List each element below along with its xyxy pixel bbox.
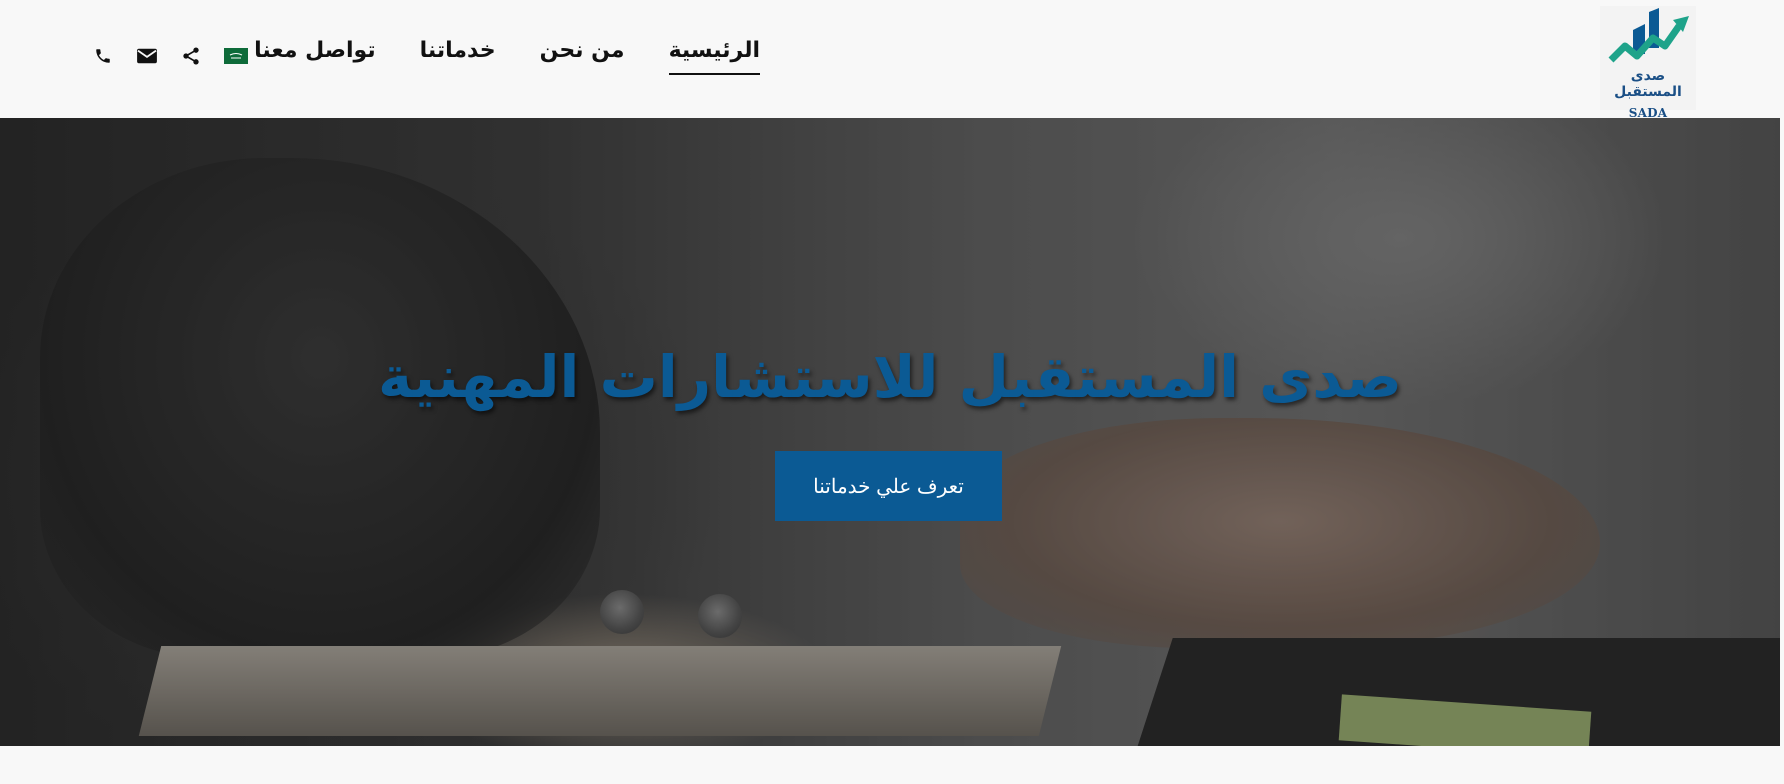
nav-item-about[interactable]: من نحن [540,38,625,73]
main-nav: الرئيسية من نحن خدماتنا تواصل معنا [254,38,760,78]
page: صدى المستقبل SADA FUTURE الرئيسية من نحن… [0,0,1784,784]
share-icon[interactable] [180,45,202,67]
logo-chart-icon [1608,8,1689,63]
nav-item-contact[interactable]: تواصل معنا [254,38,375,73]
next-section-strip [0,746,1784,784]
hero-section: صدى المستقبل للاستشارات المهنية تعرف علي… [0,118,1780,746]
phone-icon[interactable] [92,45,114,67]
hero-title: صدى المستقبل للاستشارات المهنية [378,343,1402,411]
envelope-icon[interactable] [136,45,158,67]
nav-item-services[interactable]: خدماتنا [420,38,496,73]
header-tools [92,44,248,68]
hero-overlay [0,118,1780,746]
nav-item-home[interactable]: الرئيسية [668,38,760,75]
brand-logo[interactable]: صدى المستقبل SADA FUTURE [1600,6,1696,136]
brand-name-ar: صدى المستقبل [1614,68,1682,100]
site-header: صدى المستقبل SADA FUTURE الرئيسية من نحن… [0,0,1784,136]
page-edge [1780,118,1784,746]
saudi-flag-icon[interactable] [224,48,248,64]
explore-services-button[interactable]: تعرف علي خدماتنا [775,451,1002,521]
